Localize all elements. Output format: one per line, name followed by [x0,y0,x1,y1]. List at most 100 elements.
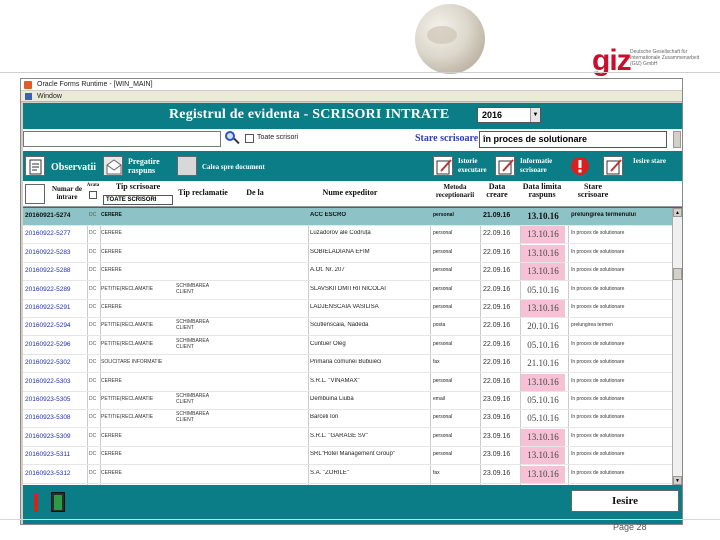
cell-arata: DC [89,285,97,292]
informatie-button[interactable]: Informatie scrisoare [495,155,565,179]
menu-bar: Window [21,91,682,102]
col-metoda: Metoda receptionarii [435,183,475,199]
cell-tip-reclamatie: SCHIMBAREA CLIENT [176,411,209,424]
window-titlebar: Oracle Forms Runtime - [WIN_MAIN] [21,79,682,91]
table-row[interactable]: 20160921-5274 DC CERERE ACC ESCRO personal 21… [23,208,672,226]
table-row[interactable]: 20160922-5294 DC PETITIE(RECLAMATIE SCHIMBA… [23,318,672,337]
all-letters-label: Toate scrisori [257,134,299,141]
form-panel: Registrul de evidenta - SCRISORI INTRATE… [23,103,682,524]
cell-data-creare: 21.09.16 [483,212,511,219]
table-row[interactable]: 20160922-5302 DC SOLICITARE INFORMATIE Prim… [23,355,672,374]
alert-button[interactable] [570,155,594,179]
cell-data-creare: 22.09.16 [483,377,511,385]
observatii-button[interactable]: Observatii [25,155,99,179]
cell-expeditor: SRL"Hotel Management Group" [310,451,395,458]
cell-data-creare: 22.09.16 [483,230,511,238]
table-row[interactable]: 20160923-5305 DC PETITIE(RECLAMATIE SCHIMBA… [23,392,672,410]
cell-data-creare: 22.09.16 [483,267,511,275]
table-row[interactable]: 20160922-5283 DC CERERE SOBIELADIANA EFIM pe… [23,244,672,263]
table-row[interactable]: 20160922-5303 DC CERERE S.R.L. "VINAMAX" per… [23,373,672,392]
table-row[interactable]: 20160923-5309 DC CERERE S.R.L. "GARAGE SV" p… [23,428,672,447]
cell-data-creare: 23.09.16 [483,432,511,440]
cell-expeditor: Luzadorov ale Codruța [310,230,371,237]
calea-button[interactable]: Calea spre document [177,155,277,179]
cell-numar: 20160923-5305 [25,396,71,403]
table-row[interactable]: 20160923-5311 DC CERERE SRL"Hotel Managemen… [23,447,672,466]
table-row[interactable]: 20160923-5312 DC CERERE S.A. "ZORILE" fax 23.… [23,465,672,484]
istorie-label: Istorie executare [458,157,487,174]
col-stare: Stare scrisoare [577,182,609,199]
grid-scrollbar[interactable]: ▲ ▼ [672,208,682,485]
cell-arata: DC [89,432,97,439]
search-icon[interactable] [225,131,240,145]
cell-stare: în proces de solutionare [571,304,625,310]
table-row[interactable]: 20160922-5296 DC PETITIE(RECLAMATIE SCHIMBA… [23,337,672,355]
year-select[interactable]: 2016 ▼ [477,107,541,123]
cell-data-limita: 13.10.16 [521,428,565,446]
numbering-icon[interactable] [25,184,45,204]
pregatire-button[interactable]: Pregatire raspuns [103,155,173,179]
scroll-up-icon[interactable]: ▲ [673,208,682,217]
status-filter-select[interactable]: în proces de solutionare [479,131,667,148]
cell-numar: 20160921-5274 [25,212,71,219]
table-row[interactable]: 20160923-5308 DC PETITIE(RECLAMATIE SCHIMBA… [23,410,672,429]
history-edit-icon [433,156,453,176]
cell-expeditor: A.Ot. Nr. 207 [310,267,345,274]
cell-stare: în proces de solutionare [571,451,625,458]
cell-tip-scrisoare: PETITIE(RECLAMATIE [101,285,154,292]
table-row[interactable]: 20160922-5289 DC PETITIE(RECLAMATIE SCHIMBA… [23,282,672,300]
cell-data-creare: 23.09.16 [483,469,511,477]
cell-arata: DC [89,267,97,274]
cell-data-creare: 22.09.16 [483,322,511,330]
cell-stare: în proces de solutionare [571,414,625,421]
cell-tip-reclamatie: SCHIMBAREA CLIENT [176,393,209,405]
cell-arata: DC [89,230,97,237]
cell-data-limita: 13.10.16 [521,244,565,262]
cell-tip-scrisoare: CERERE [101,248,122,255]
letter-type-select[interactable]: TOATE SCRISORI [103,195,173,205]
cell-data-creare: 22.09.16 [483,304,511,311]
cell-data-limita: 05.10.16 [527,395,559,405]
slide: giz Deutsche Gesellschaft für Internatio… [0,0,720,540]
col-tip-reclamatie: Tip reclamatie [178,188,228,197]
cell-data-limita: 05.10.16 [527,339,559,350]
info-edit-icon [495,156,515,176]
scroll-down-icon[interactable]: ▼ [673,476,682,485]
exit-button[interactable]: Iesire [571,490,679,512]
cell-arata: DC [89,451,97,458]
cell-data-limita: 21.10.16 [527,358,559,369]
cell-tip-scrisoare: CERERE [101,432,122,439]
all-letters-checkbox[interactable] [245,134,254,143]
cell-expeditor: Scutlenscaia, Nadeda [310,322,369,329]
observatii-label: Observatii [51,162,96,173]
cell-tip-reclamatie: SCHIMBAREA CLIENT [176,282,209,295]
cell-metoda: personal [433,230,453,237]
cell-stare: în proces de solutionare [571,340,625,347]
chevron-down-icon[interactable]: ▼ [530,108,540,122]
cell-metoda: posta [433,322,446,329]
menu-window[interactable]: Window [37,93,62,100]
cell-arata: DC [89,304,97,310]
cell-stare: în proces de solutionare [571,248,625,255]
exit-door-icon[interactable] [51,492,65,512]
table-row[interactable]: 20160922-5277 DC CERERE Luzadorov ale Codru… [23,226,672,245]
istorie-button[interactable]: Istorie executare [433,155,493,179]
alert-icon [570,156,590,176]
table-row[interactable]: 20160922-5288 DC CERERE A.Ot. Nr. 207 person… [23,263,672,282]
calea-label: Calea spre document [202,163,265,171]
toolbar: Observatii Pregatire raspuns Calea spre … [23,153,682,181]
cell-numar: 20160922-5303 [25,377,71,385]
cell-expeditor: S.R.L. "GARAGE SV" [310,432,368,439]
cell-tip-reclamatie: SCHIMBAREA CLIENT [176,319,209,332]
form-title: Registrul de evidenta - SCRISORI INTRATE [169,107,450,122]
table-row[interactable]: 20160922-5291 DC CERERE LADJENSCAIA VASILIS… [23,300,672,318]
cell-arata: DC [89,469,97,476]
cell-arata: DC [89,322,97,329]
iesire-stare-button[interactable]: Iesire stare [603,155,681,179]
exclamation-icon[interactable] [31,493,41,513]
search-input[interactable] [23,131,221,147]
filter-scroll[interactable] [673,131,681,148]
cell-tip-scrisoare: PETITIE(RECLAMATIE [101,322,154,329]
show-checkbox[interactable] [89,191,97,199]
scroll-thumb[interactable] [673,268,682,280]
